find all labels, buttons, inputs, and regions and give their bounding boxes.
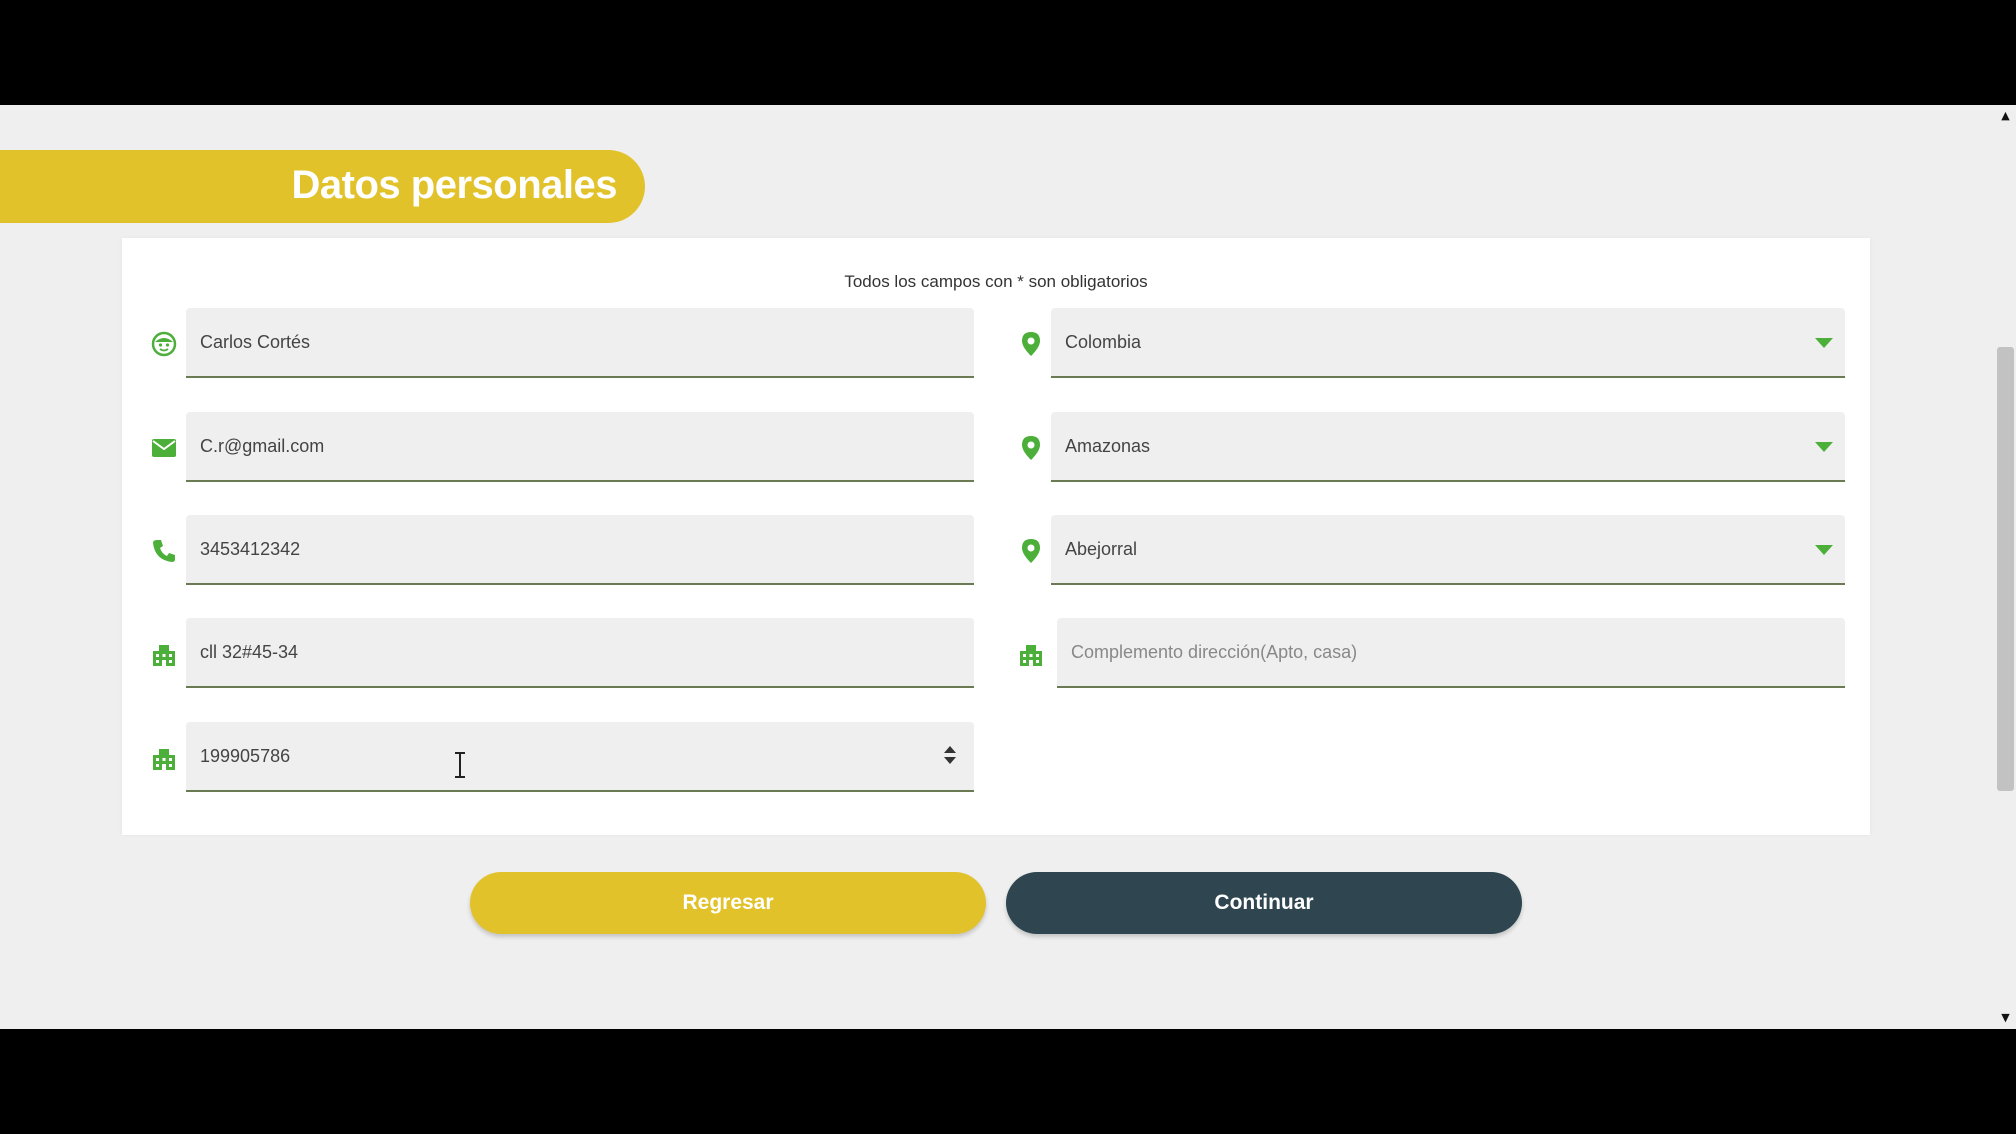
page-viewport: ▲ ▼ Datos personales Todos los campos co… <box>0 105 2016 1029</box>
map-pin-icon <box>1017 537 1045 565</box>
spin-down-icon[interactable] <box>944 757 956 764</box>
country-select[interactable] <box>1051 308 1845 378</box>
building-icon <box>150 744 178 772</box>
department-field-row <box>1017 412 1845 484</box>
address-complement-field-row <box>1017 618 1845 690</box>
page-scrollbar[interactable]: ▲ ▼ <box>1995 105 2016 1029</box>
department-select-value[interactable] <box>1065 412 1795 480</box>
scroll-down-icon[interactable]: ▼ <box>1995 1009 2016 1027</box>
user-face-icon <box>150 330 178 358</box>
section-banner: Datos personales <box>0 150 645 223</box>
envelope-icon <box>150 434 178 462</box>
building-icon <box>150 640 178 668</box>
scroll-thumb[interactable] <box>1997 347 2014 791</box>
required-fields-note: Todos los campos con * son obligatorios <box>844 272 1148 291</box>
phone-input[interactable] <box>200 515 924 583</box>
map-pin-icon <box>1017 330 1045 358</box>
phone-field-row <box>150 515 996 587</box>
address-field-row <box>150 618 996 690</box>
scroll-up-icon[interactable]: ▲ <box>1995 107 2016 125</box>
back-button[interactable]: Regresar <box>470 872 986 934</box>
name-input[interactable] <box>200 308 924 376</box>
country-select-value[interactable] <box>1065 308 1795 376</box>
phone-field <box>186 515 974 585</box>
document-number-input[interactable] <box>200 722 924 790</box>
chevron-down-icon[interactable] <box>1815 442 1833 452</box>
document-field-row <box>150 722 996 794</box>
address-complement-input[interactable] <box>1071 618 1795 686</box>
personal-data-form: Todos los campos con * son obligatorios <box>122 238 1870 835</box>
city-field-row <box>1017 515 1845 587</box>
chevron-down-icon[interactable] <box>1815 338 1833 348</box>
page-title: Datos personales <box>291 163 618 207</box>
number-spinner-icon[interactable] <box>944 746 956 768</box>
city-select[interactable] <box>1051 515 1845 585</box>
country-field-row <box>1017 308 1845 380</box>
spin-up-icon[interactable] <box>944 746 956 753</box>
email-field <box>186 412 974 482</box>
city-select-value[interactable] <box>1065 515 1795 583</box>
phone-icon <box>150 537 178 565</box>
name-field-row <box>150 308 996 380</box>
continue-button[interactable]: Continuar <box>1006 872 1522 934</box>
address-field <box>186 618 974 688</box>
document-field <box>186 722 974 792</box>
email-field-row <box>150 412 996 484</box>
address-complement-field <box>1057 618 1845 688</box>
email-input[interactable] <box>200 412 924 480</box>
name-field <box>186 308 974 378</box>
building-icon <box>1017 640 1045 668</box>
department-select[interactable] <box>1051 412 1845 482</box>
chevron-down-icon[interactable] <box>1815 545 1833 555</box>
text-cursor-icon <box>455 752 465 778</box>
map-pin-icon <box>1017 434 1045 462</box>
address-input[interactable] <box>200 618 924 686</box>
